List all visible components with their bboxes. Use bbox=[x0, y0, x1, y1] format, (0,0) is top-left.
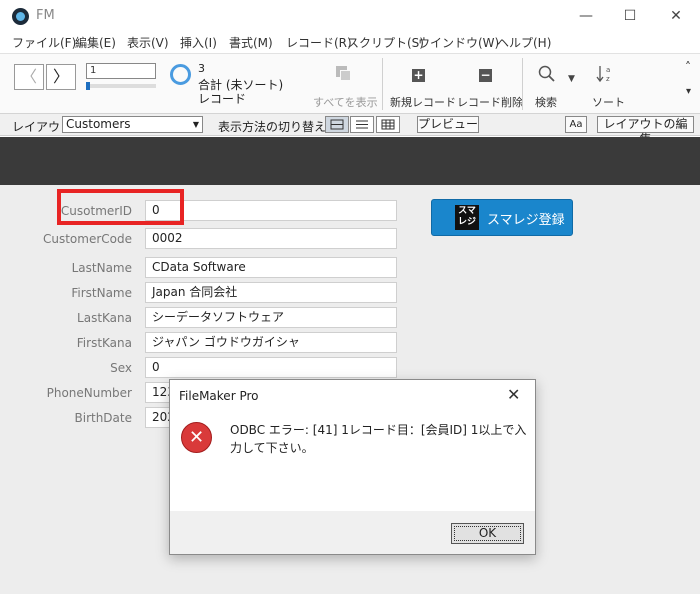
field-first-name[interactable]: Japan 合同会社 bbox=[145, 282, 397, 303]
error-icon: ✕ bbox=[181, 422, 212, 453]
menu-bar: ファイル(F) 編集(E) 表示(V) 挿入(I) 書式(M) レコード(R) … bbox=[0, 32, 700, 52]
field-label-customer-code: CustomerCode bbox=[42, 232, 132, 246]
find-button[interactable]: 検索 bbox=[535, 94, 557, 110]
customer-id-highlight-annotation bbox=[57, 189, 184, 225]
field-label-first-kana: FirstKana bbox=[76, 336, 132, 350]
layout-header-band bbox=[0, 137, 700, 185]
menu-records[interactable]: レコード(R) bbox=[286, 34, 352, 51]
menu-scripts[interactable]: スクリプト(S) bbox=[347, 34, 424, 51]
field-label-birth-date: BirthDate bbox=[74, 411, 133, 425]
menu-view[interactable]: 表示(V) bbox=[127, 34, 169, 51]
list-view-icon bbox=[356, 120, 368, 129]
field-customer-code[interactable]: 0002 bbox=[145, 228, 397, 249]
new-record-icon: + bbox=[412, 68, 425, 82]
preview-button[interactable]: プレビュー bbox=[417, 116, 479, 133]
sort-button[interactable]: ソート bbox=[592, 94, 625, 110]
toolbar-separator bbox=[522, 58, 523, 110]
find-dropdown-arrow[interactable]: ▼ bbox=[568, 74, 575, 84]
field-label-sex: Sex bbox=[110, 361, 132, 375]
found-records-unit: レコード bbox=[198, 92, 247, 106]
show-all-icon bbox=[336, 66, 352, 82]
found-count: 3 bbox=[198, 62, 205, 75]
found-set-pie-icon bbox=[170, 64, 191, 85]
menu-file[interactable]: ファイル(F) bbox=[12, 34, 76, 51]
edit-layout-button[interactable]: レイアウトの編集 bbox=[597, 116, 694, 146]
chevron-down-icon: ▼ bbox=[192, 120, 199, 129]
filemaker-app-icon bbox=[12, 8, 29, 25]
field-sex[interactable]: 0 bbox=[145, 357, 397, 378]
form-view-icon bbox=[330, 119, 344, 130]
maximize-button[interactable]: ☐ bbox=[607, 0, 653, 32]
toolbar-separator bbox=[382, 58, 383, 110]
window-title: FM bbox=[36, 8, 55, 23]
field-label-last-name: LastName bbox=[71, 261, 132, 275]
menu-format[interactable]: 書式(M) bbox=[229, 34, 273, 51]
ok-button[interactable]: OK bbox=[451, 523, 524, 544]
dialog-body: ✕ ODBC エラー: [41] 1レコード目：[会員ID] 1以上で入力して下… bbox=[170, 411, 535, 511]
current-record-input[interactable]: 1 bbox=[86, 63, 156, 79]
field-last-name[interactable]: CData Software bbox=[145, 257, 397, 278]
formatting-bar-button[interactable]: Aa bbox=[565, 116, 587, 133]
delete-record-icon: − bbox=[479, 68, 492, 82]
toolbar-more-button[interactable]: ▾ bbox=[686, 86, 691, 97]
new-record-button[interactable]: 新規レコード bbox=[390, 94, 456, 110]
sort-icon: a z bbox=[596, 66, 610, 83]
close-window-button[interactable]: ✕ bbox=[653, 0, 699, 32]
view-as-list-button[interactable] bbox=[350, 116, 374, 133]
field-last-kana[interactable]: シーデータソフトウェア bbox=[145, 307, 397, 328]
next-record-button[interactable]: 〉 bbox=[46, 64, 76, 90]
dialog-title: FileMaker Pro bbox=[179, 389, 259, 403]
field-label-last-kana: LastKana bbox=[77, 311, 132, 325]
dialog-title-bar: FileMaker Pro ✕ bbox=[170, 380, 535, 411]
error-dialog: FileMaker Pro ✕ ✕ ODBC エラー: [41] 1レコード目：… bbox=[169, 379, 536, 555]
field-label-first-name: FirstName bbox=[71, 286, 132, 300]
view-as-table-button[interactable] bbox=[376, 116, 400, 133]
minimize-button[interactable]: — bbox=[563, 0, 609, 32]
menu-edit[interactable]: 編集(E) bbox=[75, 34, 116, 51]
dialog-message: ODBC エラー: [41] 1レコード目：[会員ID] 1以上で入力して下さい… bbox=[230, 423, 527, 455]
smaregi-register-label: スマレジ登録 bbox=[487, 213, 565, 228]
previous-record-button[interactable]: 〈 bbox=[14, 64, 44, 90]
menu-help[interactable]: ヘルプ(H) bbox=[497, 34, 551, 51]
layout-select[interactable]: Customers ▼ bbox=[62, 116, 203, 133]
menu-window[interactable]: ウインドウ(W) bbox=[418, 34, 499, 51]
toolbar-collapse-button[interactable]: ˄ bbox=[685, 60, 691, 74]
layout-bar: レイアウト: Customers ▼ 表示方法の切り替え: プレビュー Aa レ… bbox=[0, 114, 700, 146]
svg-text:z: z bbox=[606, 75, 610, 83]
view-as-form-button[interactable] bbox=[325, 116, 349, 133]
menu-insert[interactable]: 挿入(I) bbox=[180, 34, 217, 51]
layout-select-value: Customers bbox=[66, 117, 131, 131]
svg-text:a: a bbox=[606, 66, 610, 74]
view-as-label: 表示方法の切り替え: bbox=[218, 120, 331, 134]
smaregi-logo: スマ レジ bbox=[455, 205, 479, 230]
title-bar: FM — ☐ ✕ bbox=[0, 0, 700, 32]
record-slider-thumb[interactable] bbox=[86, 82, 90, 90]
delete-record-button[interactable]: レコード削除 bbox=[457, 94, 523, 110]
status-toolbar: 〈 〉 1 3 合計 (未ソート) レコード すべてを表示 + 新規レコード −… bbox=[0, 53, 700, 114]
field-label-phone-number: PhoneNumber bbox=[46, 386, 132, 400]
field-first-kana[interactable]: ジャパン ゴウドウガイシャ bbox=[145, 332, 397, 353]
show-all-button[interactable]: すべてを表示 bbox=[313, 94, 378, 110]
record-slider[interactable] bbox=[86, 82, 156, 90]
search-icon bbox=[538, 65, 555, 82]
table-view-icon bbox=[381, 119, 395, 130]
dialog-close-button[interactable]: ✕ bbox=[507, 385, 520, 404]
